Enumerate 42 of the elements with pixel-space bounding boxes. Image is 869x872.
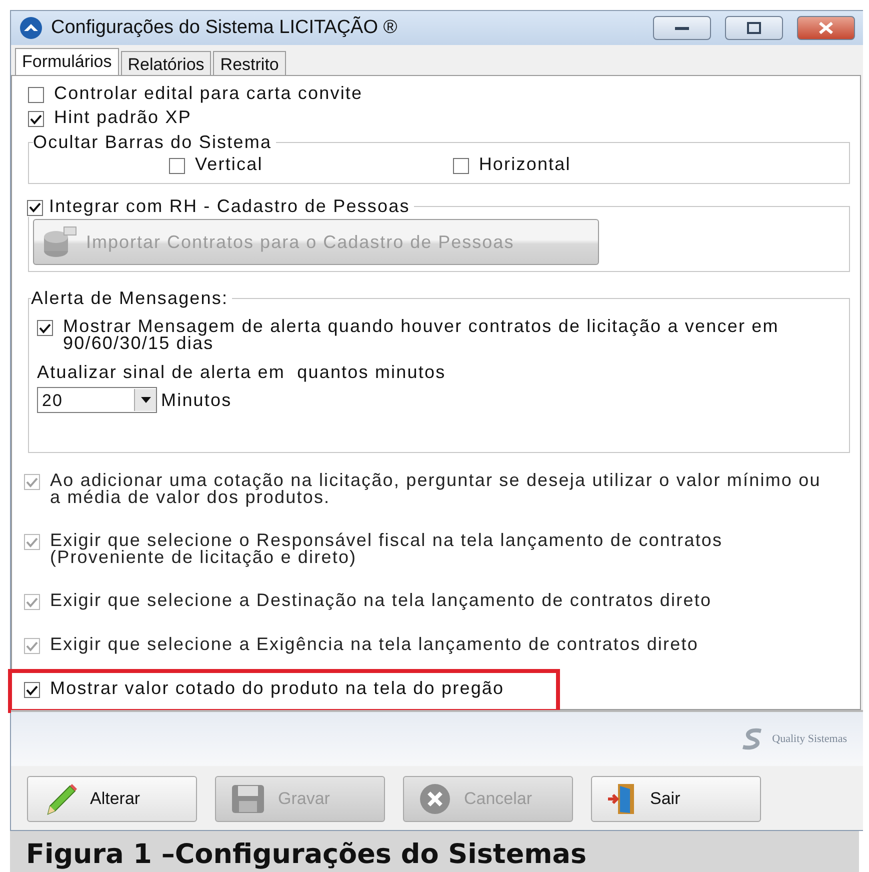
minimize-icon bbox=[674, 25, 690, 31]
checkbox-label: Vertical bbox=[195, 156, 263, 173]
checkbox[interactable] bbox=[27, 200, 43, 216]
close-icon bbox=[418, 782, 452, 816]
checkbox[interactable] bbox=[28, 111, 44, 127]
close-button[interactable] bbox=[797, 16, 855, 40]
checkbox[interactable] bbox=[24, 682, 40, 698]
checkbox-label: Mostrar valor cotado do produto na tela do pregão bbox=[50, 680, 504, 697]
caret-icon bbox=[140, 397, 150, 403]
figure-caption: Figura 1 –Configurações do Sistemas bbox=[10, 831, 859, 872]
checkbox-label: Exigir que selecione a Destinação na tela lançamento de contratos direto bbox=[50, 592, 712, 609]
tab[interactable]: Restrito bbox=[213, 51, 286, 75]
company-logo: Quality Sistemas bbox=[739, 728, 847, 750]
checkbox-label: Controlar edital para carta convite bbox=[54, 85, 363, 102]
app-icon bbox=[19, 16, 43, 40]
action-button[interactable]: Alterar bbox=[27, 776, 197, 822]
maximize-icon bbox=[747, 22, 761, 34]
database-icon bbox=[42, 225, 78, 259]
checkbox-label: Hint padrão XP bbox=[54, 109, 192, 126]
checkbox-label: Exigir que selecione o Responsável fiscal na tela lançamento de contratos (Proveniente de licitação e direto) bbox=[50, 532, 724, 566]
group-title: Alerta de Mensagens: bbox=[31, 288, 230, 309]
checkbox-label: Exigir que selecione a Exigência na tela lançamento de contratos direto bbox=[50, 636, 698, 653]
checkbox[interactable] bbox=[169, 158, 185, 174]
unit-label: Minutos bbox=[161, 392, 232, 408]
close-icon bbox=[818, 21, 834, 35]
action-button[interactable]: Sair bbox=[591, 776, 761, 822]
checkbox[interactable] bbox=[37, 320, 53, 336]
checkbox-label: Integrar com RH - Cadastro de Pessoas bbox=[49, 196, 410, 217]
tab[interactable]: Relatórios bbox=[120, 51, 212, 75]
minimize-button[interactable] bbox=[653, 16, 711, 40]
checkbox-label: Mostrar Mensagem de alerta quando houver contratos de licitação a vencer em 90/60/30/15 dias bbox=[63, 318, 780, 352]
checkbox-label: Horizontal bbox=[478, 156, 571, 173]
tab[interactable]: Formulários bbox=[15, 48, 119, 75]
field-label: Atualizar sinal de alerta em quantos minutos bbox=[37, 364, 446, 381]
maximize-button[interactable] bbox=[725, 16, 783, 40]
window-title: Configurações do Sistema LICITAÇÃO ® bbox=[51, 17, 398, 39]
floppy-icon bbox=[230, 783, 266, 815]
checkbox[interactable] bbox=[452, 158, 469, 174]
group-title: Ocultar Barras do Sistema bbox=[33, 132, 273, 153]
minutes-dropdown[interactable]: 20 bbox=[37, 387, 157, 413]
checkbox[interactable] bbox=[28, 87, 44, 103]
checkbox-label: Ao adicionar uma cotação na licitação, perguntar se deseja utilizar o valor mínimo ou a média de valor dos produtos. bbox=[50, 472, 822, 506]
